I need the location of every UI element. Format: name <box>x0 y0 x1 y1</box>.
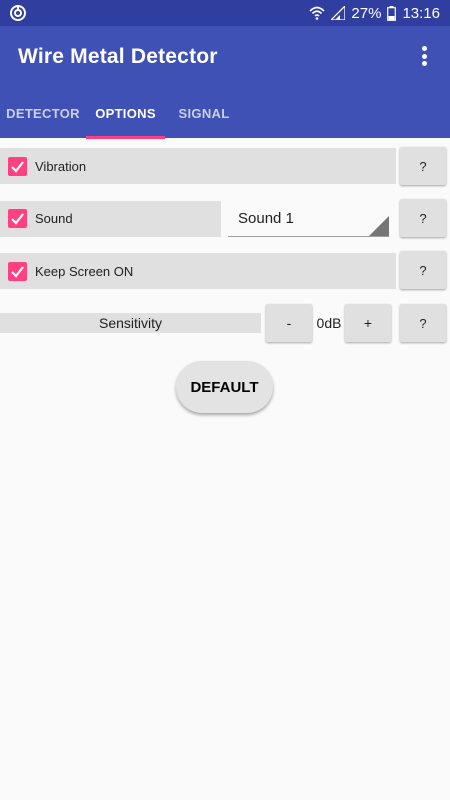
sound-help-button[interactable]: ? <box>400 199 446 237</box>
app-bar: Wire Metal Detector DETECTOR OPTIONS SIG… <box>0 26 450 138</box>
battery-icon <box>387 5 397 21</box>
wifi-icon <box>309 6 325 20</box>
check-icon <box>11 266 24 278</box>
clock: 13:16 <box>402 4 440 22</box>
sensitivity-minus-button[interactable]: - <box>266 304 312 342</box>
keep-screen-label: Keep Screen ON <box>35 264 134 279</box>
keep-screen-help-button[interactable]: ? <box>400 251 446 289</box>
tab-signal[interactable]: SIGNAL <box>165 89 243 138</box>
status-bar: 27% 13:16 <box>0 0 450 26</box>
sensitivity-label: Sensitivity <box>0 313 261 333</box>
vibration-checkbox[interactable] <box>8 157 27 176</box>
signal-icon <box>331 6 346 20</box>
notification-icon <box>9 4 27 22</box>
check-icon <box>11 161 24 173</box>
default-button[interactable]: DEFAULT <box>176 361 273 413</box>
keep-screen-checkbox[interactable] <box>8 262 27 281</box>
vibration-help-button[interactable]: ? <box>400 147 446 185</box>
sound-row[interactable] <box>0 201 221 237</box>
sensitivity-help-button[interactable]: ? <box>400 304 446 342</box>
sound-label: Sound <box>35 211 73 226</box>
tab-options[interactable]: OPTIONS <box>86 89 165 138</box>
vibration-label: Vibration <box>35 159 87 174</box>
app-title: Wire Metal Detector <box>18 45 218 68</box>
tab-detector[interactable]: DETECTOR <box>0 89 86 138</box>
dropdown-arrow-icon <box>369 216 389 236</box>
battery-percent: 27% <box>351 4 382 22</box>
sensitivity-plus-button[interactable]: + <box>345 304 391 342</box>
tab-indicator <box>86 136 165 139</box>
tab-bar: DETECTOR OPTIONS SIGNAL <box>0 89 450 138</box>
sound-select-value: Sound 1 <box>238 210 294 227</box>
sound-select[interactable]: Sound 1 <box>228 201 389 237</box>
sensitivity-value: 0dB <box>316 315 342 331</box>
more-vert-icon[interactable] <box>412 44 436 68</box>
sound-checkbox[interactable] <box>8 209 27 228</box>
check-icon <box>11 213 24 225</box>
